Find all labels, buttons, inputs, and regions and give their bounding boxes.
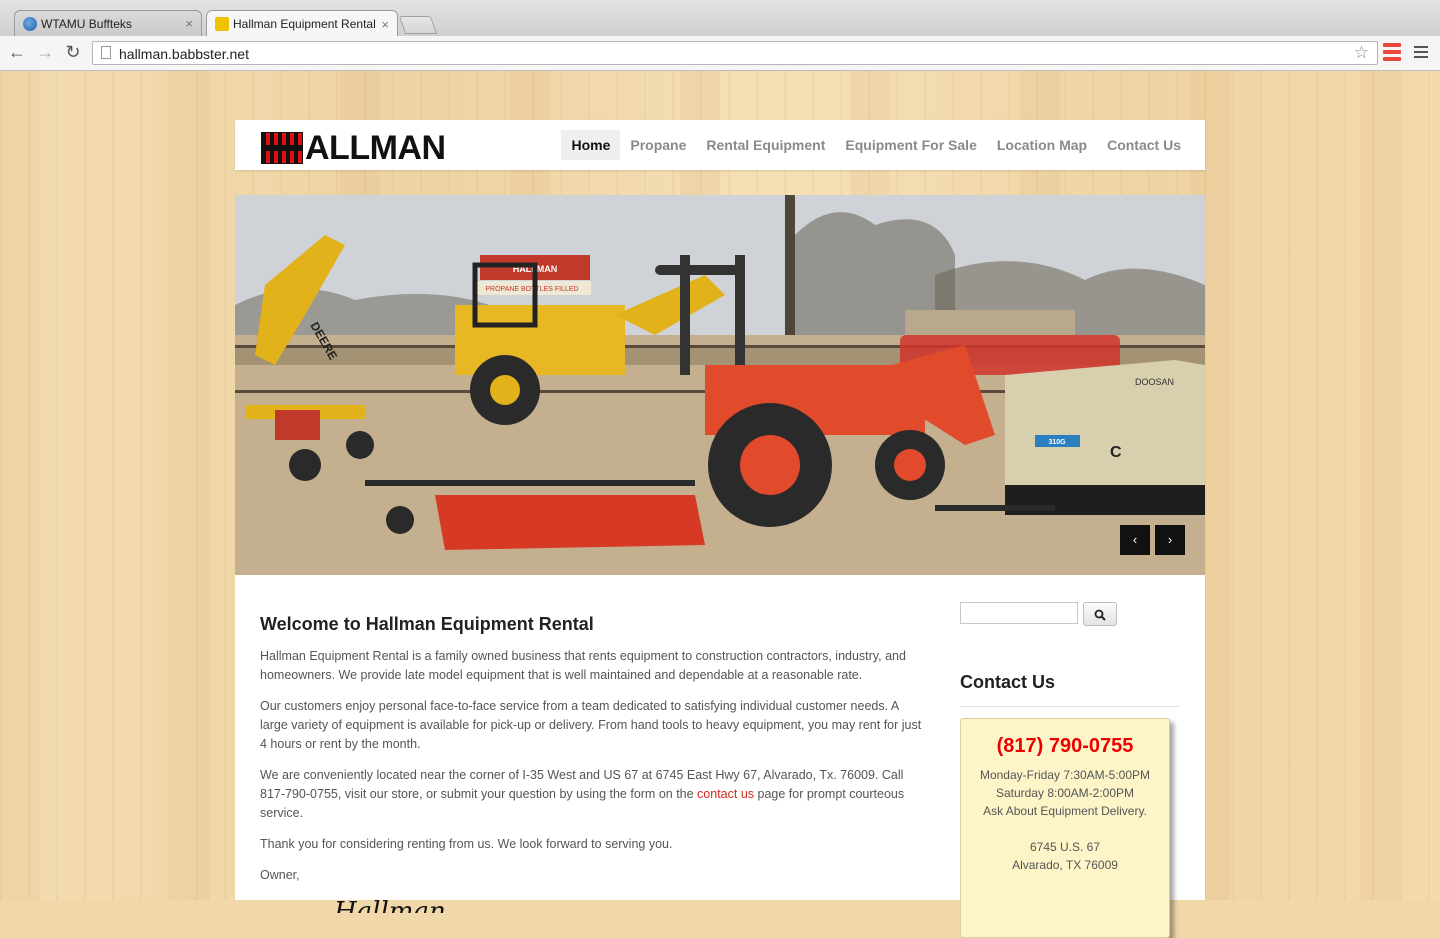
reload-icon[interactable]: ↻ xyxy=(62,41,84,63)
tab-close-icon[interactable]: × xyxy=(185,16,193,31)
slider-next-button[interactable]: › xyxy=(1155,525,1185,555)
owner-signature: Hallman xyxy=(334,897,446,913)
logo-h-mark-icon xyxy=(261,132,303,164)
nav-rental-equipment[interactable]: Rental Equipment xyxy=(696,130,835,160)
tab-title: WTAMU Buffteks xyxy=(41,16,132,31)
browser-toolbar: ← → ↻ hallman.babbster.net ☆ xyxy=(0,36,1440,71)
hallman-logo[interactable]: ALLMAN xyxy=(261,131,487,165)
thanks-paragraph: Thank you for considering renting from u… xyxy=(260,837,673,851)
nav-location-map[interactable]: Location Map xyxy=(987,130,1097,160)
contact-heading: Contact Us xyxy=(960,672,1056,692)
content-area: Welcome to Hallman Equipment Rental Hall… xyxy=(235,575,1205,938)
sign-c: C xyxy=(1110,444,1122,461)
tab-title: Hallman Equipment Rental xyxy=(233,17,376,31)
page-viewport: ALLMAN Home Propane Rental Equipment Equ… xyxy=(0,71,1440,938)
address-url[interactable]: hallman.babbster.net xyxy=(119,46,249,62)
tab-close-icon[interactable]: × xyxy=(381,17,389,32)
tractor-favicon-icon xyxy=(215,17,229,31)
equipment-photo: HALLMAN PROPANE BOTTLES FILLED DEERE DOO… xyxy=(235,195,1205,575)
forward-arrow-icon[interactable]: → xyxy=(34,41,56,63)
back-arrow-icon[interactable]: ← xyxy=(6,41,28,63)
logo-text: ALLMAN xyxy=(305,129,446,167)
nav-equipment-for-sale[interactable]: Equipment For Sale xyxy=(835,130,986,160)
browser-tab-hallman[interactable]: Hallman Equipment Rental × xyxy=(206,10,398,37)
sign-c185: DOOSAN xyxy=(1135,377,1174,387)
delivery-note: Ask About Equipment Delivery. xyxy=(983,804,1147,818)
saturday-hours: Saturday 8:00AM-2:00PM xyxy=(995,786,1135,800)
bookmark-star-icon[interactable]: ☆ xyxy=(1354,43,1369,63)
hero-slider: HALLMAN PROPANE BOTTLES FILLED DEERE DOO… xyxy=(235,195,1205,575)
contact-us-link[interactable]: contact us xyxy=(697,787,754,801)
page-icon xyxy=(101,46,111,59)
site-header: ALLMAN Home Propane Rental Equipment Equ… xyxy=(235,120,1205,170)
address-city: Alvarado, TX 76009 xyxy=(1012,858,1118,872)
location-paragraph: We are conveniently located near the cor… xyxy=(260,766,925,823)
owner-label: Owner, xyxy=(260,868,300,882)
browser-menu-icon[interactable] xyxy=(1414,46,1428,61)
search-input[interactable] xyxy=(960,602,1078,624)
nav-propane[interactable]: Propane xyxy=(620,130,696,160)
search-button[interactable] xyxy=(1083,602,1117,626)
page-title: Welcome to Hallman Equipment Rental xyxy=(260,614,594,634)
sign-propane: PROPANE BOTTLES FILLED xyxy=(485,286,578,293)
main-nav: Home Propane Rental Equipment Equipment … xyxy=(561,130,1191,160)
browser-tab-wtamu[interactable]: WTAMU Buffteks × xyxy=(14,10,202,36)
nav-contact-us[interactable]: Contact Us xyxy=(1097,130,1191,160)
search-icon xyxy=(1094,609,1106,621)
intro-paragraph: Hallman Equipment Rental is a family own… xyxy=(260,649,906,682)
phone-number[interactable]: (817) 790-0755 xyxy=(961,736,1169,756)
browser-tab-strip: WTAMU Buffteks × Hallman Equipment Renta… xyxy=(0,0,1440,37)
service-paragraph: Our customers enjoy personal face-to-fac… xyxy=(260,699,922,751)
divider xyxy=(960,706,1180,707)
weekday-hours: Monday-Friday 7:30AM-5:00PM xyxy=(979,768,1151,782)
extension-icon[interactable] xyxy=(1383,43,1401,61)
main-column: Welcome to Hallman Equipment Rental Hall… xyxy=(260,614,925,914)
sign-doosan: 310G xyxy=(1048,439,1066,446)
contact-box: (817) 790-0755 Monday-Friday 7:30AM-5:00… xyxy=(960,718,1170,938)
slider-prev-button[interactable]: ‹ xyxy=(1120,525,1150,555)
globe-favicon-icon xyxy=(23,16,37,31)
new-tab-button[interactable] xyxy=(398,16,438,34)
address-street: 6745 U.S. 67 xyxy=(1029,840,1101,854)
address-bar[interactable]: hallman.babbster.net ☆ xyxy=(92,41,1378,65)
nav-home[interactable]: Home xyxy=(561,130,621,160)
